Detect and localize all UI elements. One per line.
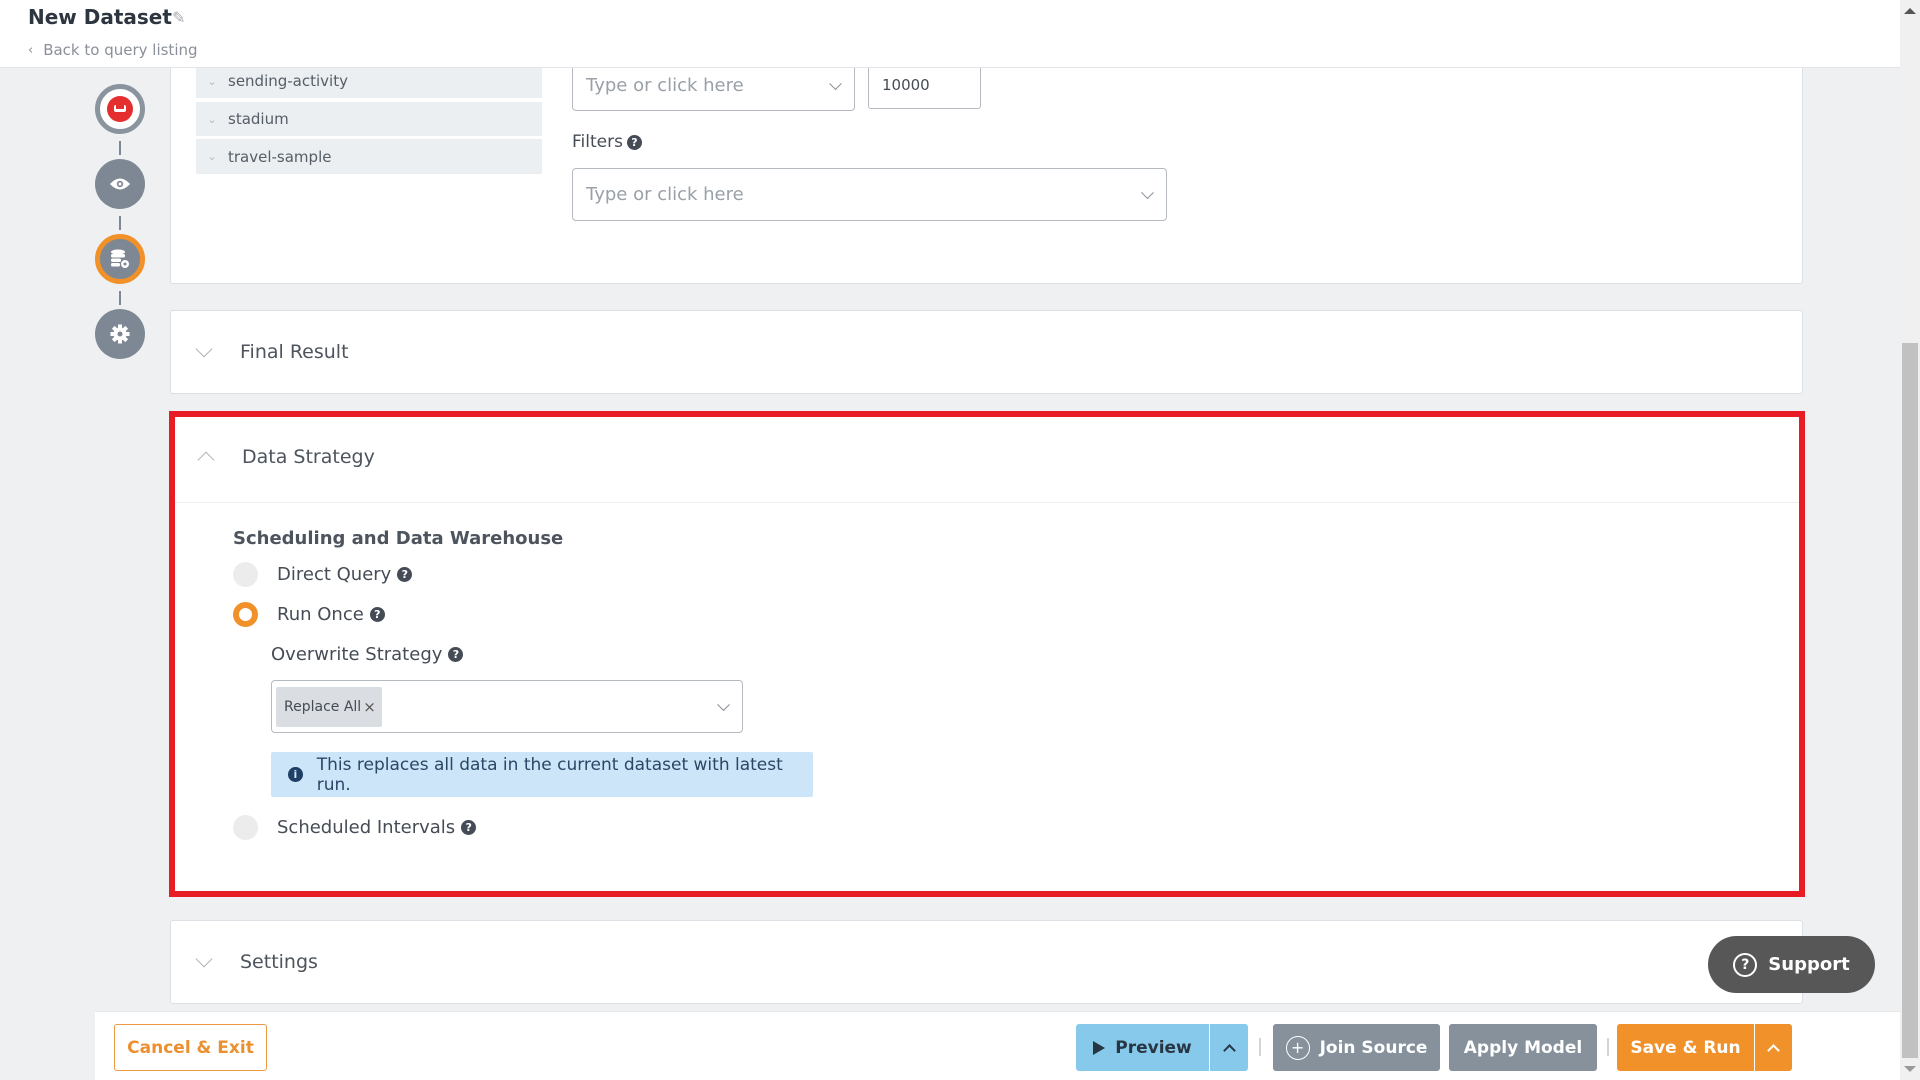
chevron-up-icon	[1767, 1043, 1780, 1057]
scheduling-subtitle: Scheduling and Data Warehouse	[233, 528, 564, 549]
field-select-placeholder: Type or click here	[586, 75, 744, 96]
step-connector	[119, 291, 121, 305]
database-gear-icon	[111, 249, 129, 268]
chevron-down-icon	[717, 697, 730, 711]
plus-circle-icon: +	[1285, 1035, 1310, 1060]
radio-run-once[interactable]: Run Once ?	[233, 602, 385, 627]
chevron-left-icon: ‹	[28, 42, 34, 58]
radio-label: Run Once	[277, 604, 364, 625]
radio-button[interactable]	[233, 562, 258, 587]
gear-icon	[110, 324, 130, 344]
step-data-strategy[interactable]	[95, 234, 145, 284]
help-icon[interactable]: ?	[397, 567, 413, 582]
filters-label-text: Filters	[572, 132, 623, 152]
join-source-button[interactable]: + Join Source	[1273, 1024, 1440, 1071]
page-scrollbar[interactable]	[1900, 0, 1920, 1080]
step-preview[interactable]	[95, 159, 145, 209]
help-icon[interactable]: ?	[369, 607, 385, 622]
radio-button-selected[interactable]	[233, 602, 258, 627]
chevron-up-icon	[197, 451, 215, 468]
info-icon: i	[288, 767, 303, 782]
save-run-button[interactable]: Save & Run	[1617, 1024, 1754, 1071]
back-link-label: Back to query listing	[43, 41, 198, 59]
help-icon[interactable]: ?	[461, 820, 477, 835]
settings-section: Settings	[170, 920, 1803, 1004]
overwrite-strategy-select[interactable]: Replace All ×	[271, 680, 743, 733]
section-title: Final Result	[240, 341, 349, 363]
preview-options-button[interactable]	[1210, 1024, 1248, 1071]
collection-name: sending-activity	[228, 72, 348, 90]
radio-direct-query[interactable]: Direct Query ?	[233, 562, 413, 587]
selected-tag: Replace All ×	[276, 686, 382, 727]
separator	[1607, 1038, 1609, 1056]
filters-placeholder: Type or click here	[586, 184, 744, 205]
overwrite-strategy-label: Overwrite Strategy ?	[271, 644, 464, 665]
step-connector	[119, 141, 121, 155]
back-to-query-listing-link[interactable]: ‹ Back to query listing	[28, 41, 198, 59]
page-title: New Dataset	[28, 5, 172, 29]
chevron-up-icon	[1222, 1043, 1236, 1057]
collection-item[interactable]: ⌄ sending-activity	[196, 64, 542, 98]
data-strategy-header[interactable]: Data Strategy	[175, 411, 1799, 502]
cancel-exit-button[interactable]: Cancel & Exit	[114, 1024, 267, 1071]
chevron-down-icon	[195, 340, 213, 358]
radio-button[interactable]	[233, 815, 258, 840]
chevron-down-icon	[829, 76, 842, 90]
radio-label: Scheduled Intervals	[277, 817, 456, 838]
chevron-down-icon: ⌄	[207, 74, 217, 88]
remove-tag-icon[interactable]: ×	[363, 698, 376, 716]
tag-label: Replace All	[284, 698, 362, 715]
chevron-down-icon: ⌄	[207, 112, 217, 126]
collection-name: stadium	[228, 110, 289, 128]
section-title: Data Strategy	[242, 445, 375, 468]
page-header: New Dataset ✎ ‹ Back to query listing	[0, 0, 1900, 68]
pencil-icon[interactable]: ✎	[172, 8, 185, 27]
section-divider	[175, 502, 1799, 503]
collection-item[interactable]: ⌄ travel-sample	[196, 139, 542, 174]
support-label: Support	[1768, 954, 1850, 975]
preview-label: Preview	[1115, 1037, 1192, 1058]
info-text: This replaces all data in the current da…	[316, 754, 783, 795]
settings-header[interactable]: Settings	[171, 921, 1802, 1003]
filters-select[interactable]: Type or click here	[572, 168, 1167, 221]
eye-icon	[110, 178, 130, 190]
step-connector	[119, 216, 121, 230]
join-source-label: Join Source	[1319, 1037, 1428, 1058]
scroll-up-arrow-icon[interactable]	[1904, 8, 1916, 14]
help-icon[interactable]: ?	[626, 134, 642, 150]
collection-item[interactable]: ⌄ stadium	[196, 102, 542, 136]
save-run-options-button[interactable]	[1755, 1024, 1792, 1071]
final-result-section: Final Result	[170, 310, 1803, 394]
radio-label: Direct Query	[277, 564, 392, 585]
info-alert: i This replaces all data in the current …	[271, 752, 813, 797]
scroll-down-arrow-icon[interactable]	[1904, 1066, 1916, 1072]
separator	[1259, 1038, 1261, 1056]
radio-scheduled-intervals[interactable]: Scheduled Intervals ?	[233, 815, 477, 840]
filters-label: Filters ?	[572, 132, 642, 152]
step-source[interactable]	[95, 84, 145, 134]
question-circle-icon: ?	[1733, 952, 1758, 977]
chevron-down-icon: ⌄	[207, 150, 217, 163]
final-result-header[interactable]: Final Result	[171, 311, 1802, 393]
support-button[interactable]: ? Support	[1708, 936, 1875, 993]
couchbase-logo-icon	[107, 96, 133, 122]
overwrite-strategy-text: Overwrite Strategy	[271, 644, 443, 665]
chevron-down-icon	[195, 950, 213, 968]
section-title: Settings	[240, 951, 318, 973]
play-icon	[1093, 1040, 1106, 1055]
chevron-down-icon	[1141, 185, 1154, 199]
scroll-thumb[interactable]	[1902, 343, 1918, 1058]
help-icon[interactable]: ?	[448, 647, 464, 662]
step-settings[interactable]	[95, 309, 145, 359]
apply-model-button[interactable]: Apply Model	[1449, 1024, 1597, 1071]
preview-button[interactable]: Preview	[1076, 1024, 1209, 1071]
collection-name: travel-sample	[228, 147, 332, 166]
